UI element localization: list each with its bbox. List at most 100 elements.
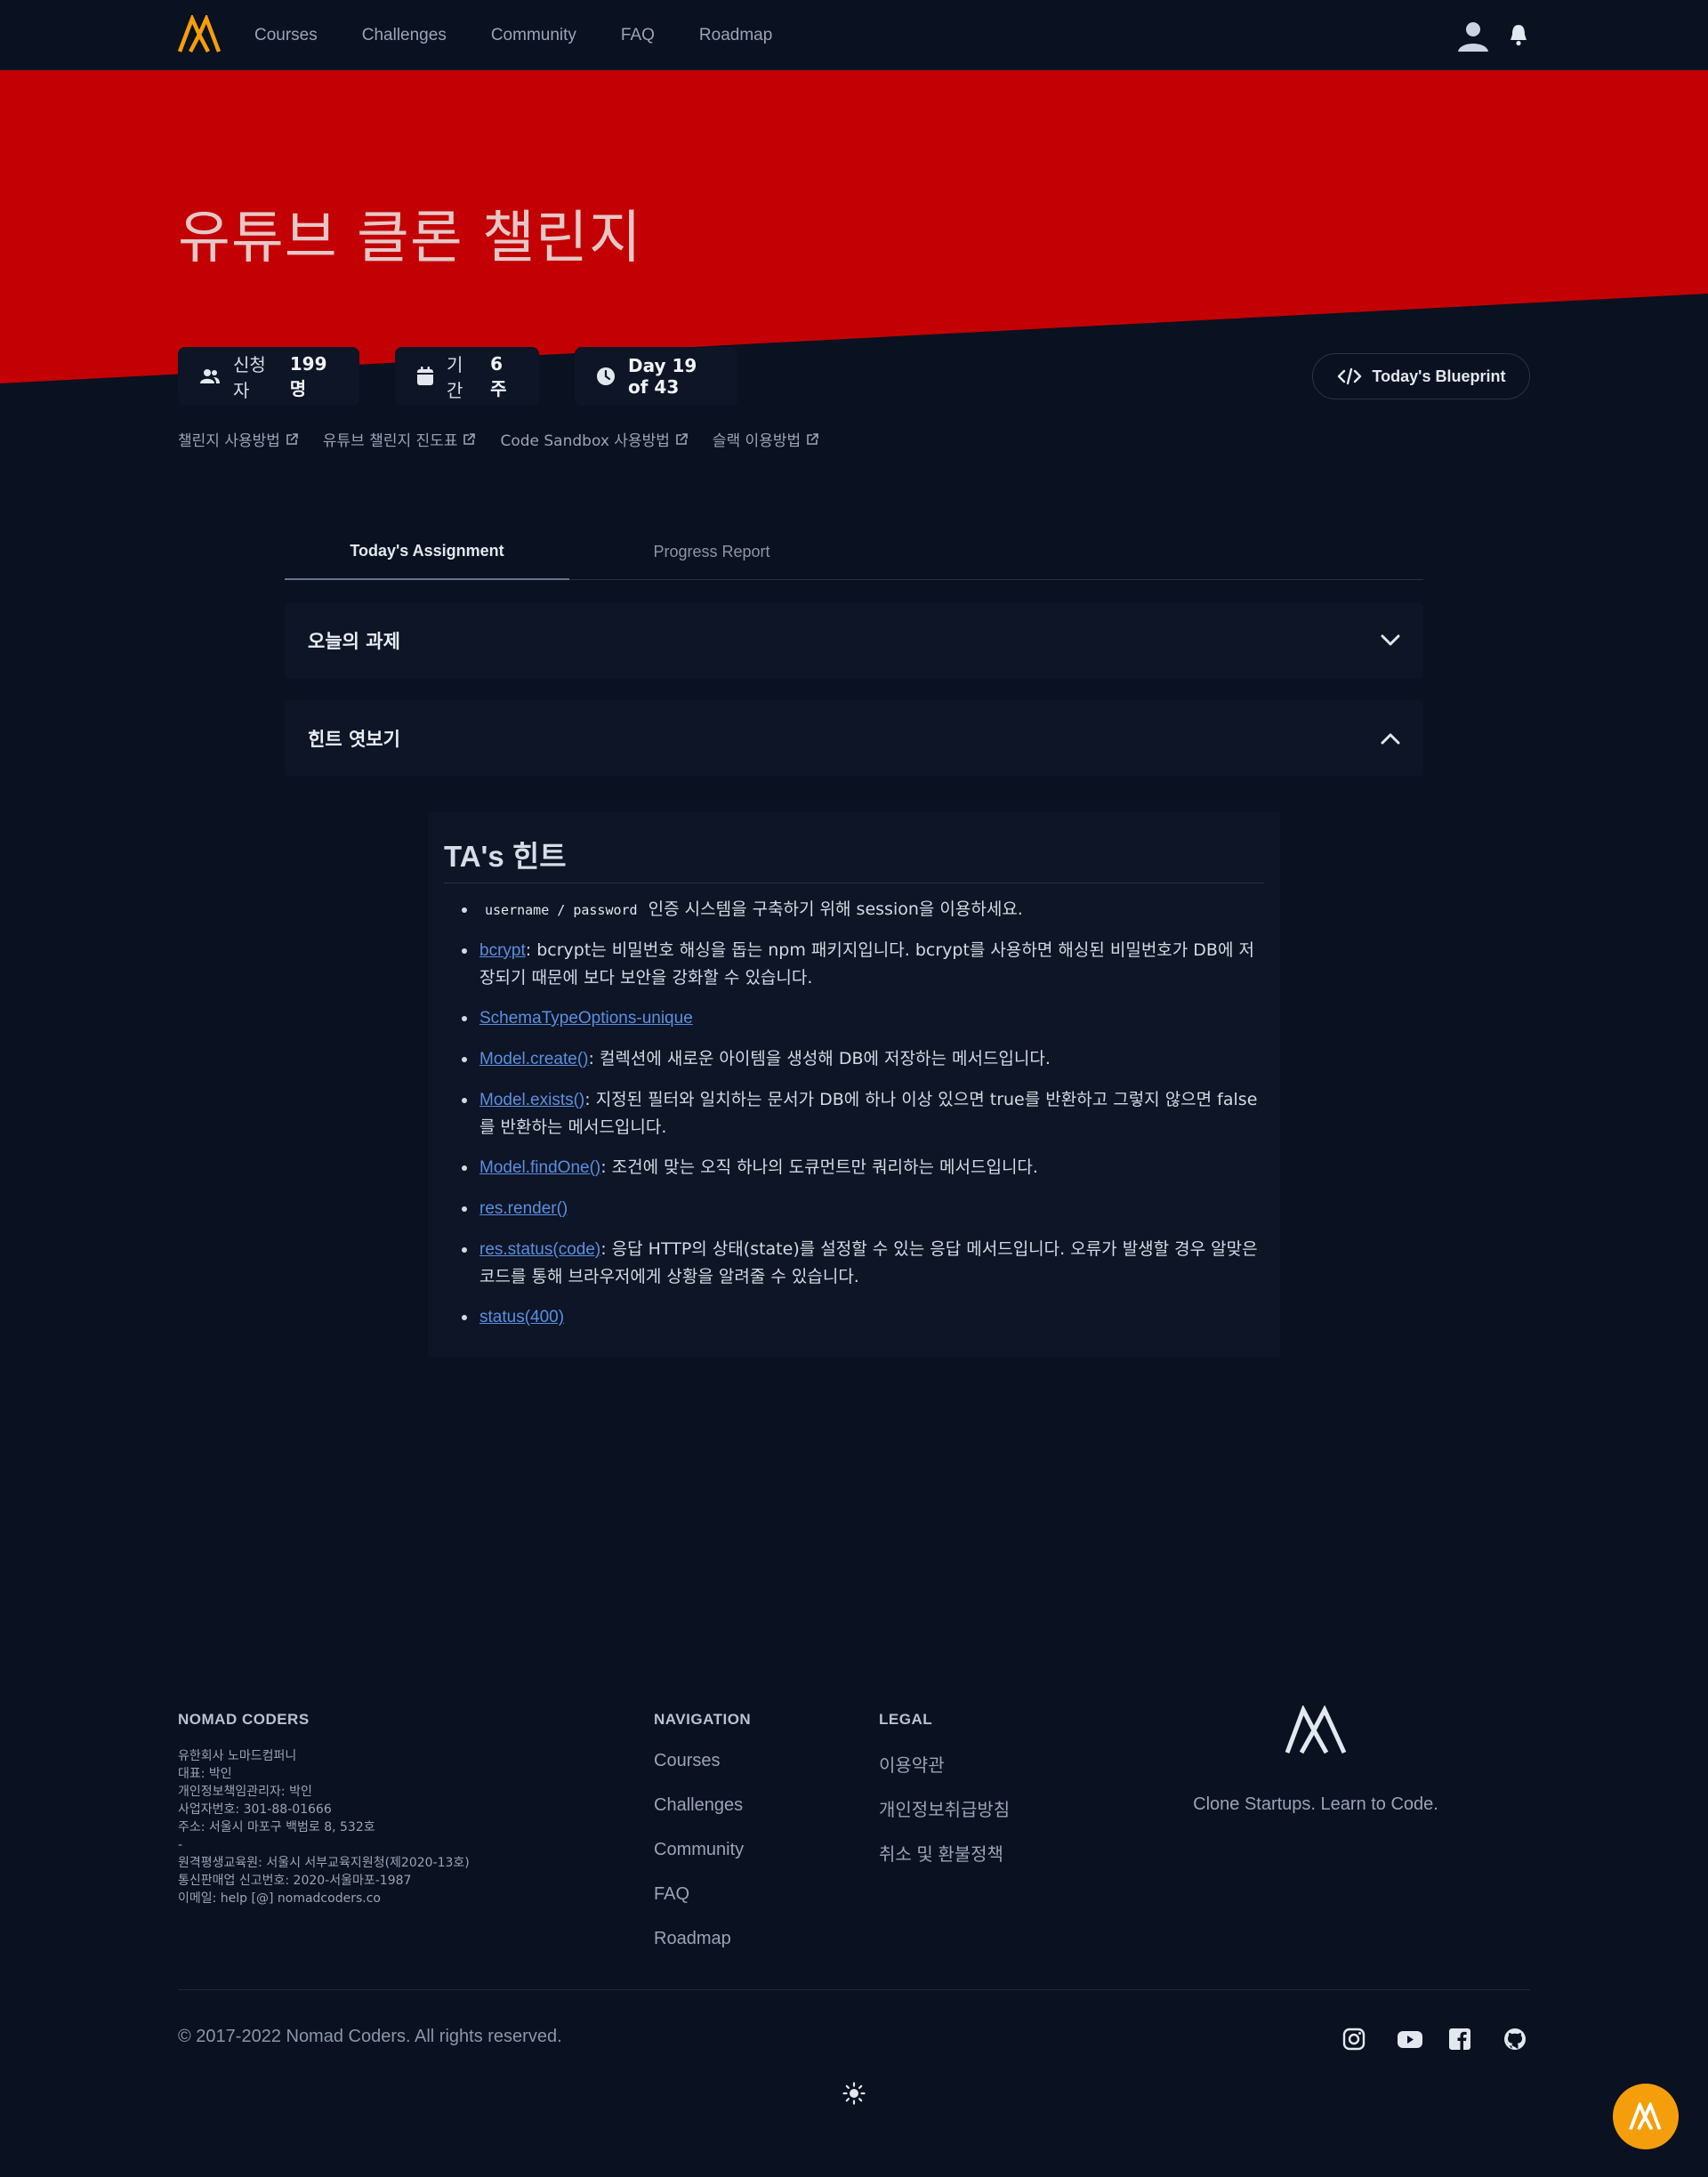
accordion-assignment[interactable]: 오늘의 과제 [285, 602, 1423, 679]
tab-progress-report[interactable]: Progress Report [569, 523, 854, 580]
company-line: 주소: 서울시 마포구 백범로 8, 532호 [178, 1820, 375, 1834]
chevron-up-icon [1381, 733, 1400, 745]
facebook-icon[interactable] [1448, 2028, 1471, 2051]
list-item: Model.exists(): 지정된 필터와 일치하는 문서가 DB에 하나 … [444, 1086, 1264, 1141]
link-how-to-use-label: 챌린지 사용방법 [178, 432, 280, 450]
hint-text: 인증 시스템을 구축하기 위해 session을 이용하세요. [642, 899, 1023, 919]
accordion-hints-title: 힌트 엿보기 [308, 729, 400, 750]
chat-launcher-button[interactable] [1613, 2084, 1679, 2149]
company-line: 대표: 박인 [178, 1767, 232, 1781]
company-line: 원격평생교육원: 서울시 서부교육지원청(제2020-13호) [178, 1856, 470, 1870]
hint-link-bcrypt[interactable]: bcrypt [479, 941, 526, 960]
logo-icon [1285, 1705, 1347, 1754]
footer-legal-privacy[interactable]: 개인정보취급방침 [879, 1795, 1010, 1840]
hint-text: : 조건에 맞는 오직 하나의 도큐먼트만 쿼리하는 메서드입니다. [600, 1157, 1038, 1177]
external-link-icon [807, 432, 818, 445]
duration-label: 기간 [447, 354, 463, 401]
accordion-hints[interactable]: 힌트 엿보기 [285, 700, 1423, 777]
footer-nav-courses[interactable]: Courses [654, 1751, 744, 1795]
nav-courses[interactable]: Courses [254, 26, 318, 45]
hint-title: TA's 힌트 [444, 833, 1264, 883]
tab-todays-assignment[interactable]: Today's Assignment [285, 523, 569, 580]
list-item: status(400) [444, 1303, 1264, 1331]
footer-legal-heading: LEGAL [879, 1711, 933, 1728]
footer-company-info: 유한회사 노마드컴퍼니 대표: 박인 개인정보책임관리자: 박인 사업자번호: … [178, 1747, 470, 1907]
top-nav: Courses Challenges Community FAQ Roadmap [0, 0, 1708, 70]
hint-text: : bcrypt는 비밀번호 해싱을 돕는 npm 패키지입니다. bcrypt… [479, 940, 1254, 988]
list-item: bcrypt: bcrypt는 비밀번호 해싱을 돕는 npm 패키지입니다. … [444, 937, 1264, 991]
clock-icon [597, 367, 615, 385]
inline-code: username / password [485, 902, 638, 918]
footer-nav-challenges[interactable]: Challenges [654, 1795, 744, 1840]
external-link-icon [463, 432, 476, 445]
instagram-icon[interactable] [1342, 2028, 1366, 2051]
footer-legal-terms[interactable]: 이용약관 [879, 1751, 1010, 1795]
users-icon [200, 369, 220, 383]
hint-link-model-findone[interactable]: Model.findOne() [479, 1158, 600, 1177]
hint-link-res-status[interactable]: res.status(code) [479, 1240, 600, 1259]
link-code-sandbox[interactable]: Code Sandbox 사용방법 [500, 428, 688, 450]
applicants-value: 199명 [289, 352, 327, 399]
logo-icon [1629, 2102, 1662, 2131]
link-code-sandbox-label: Code Sandbox 사용방법 [500, 432, 670, 450]
nav-challenges[interactable]: Challenges [362, 26, 447, 45]
link-progress-table[interactable]: 유튜브 챌린지 진도표 [323, 428, 476, 450]
footer-legal-refund[interactable]: 취소 및 환불정책 [879, 1840, 1010, 1884]
footer-legal: 이용약관 개인정보취급방침 취소 및 환불정책 [879, 1751, 1010, 1884]
applicants-chip: 신청자 199명 [178, 347, 359, 406]
logo-icon[interactable] [178, 15, 222, 53]
sun-icon[interactable] [842, 2082, 866, 2105]
footer-nav-faq[interactable]: FAQ [654, 1884, 744, 1929]
page-title: 유튜브 클론 챌린지 [178, 206, 642, 271]
hint-text: : 컬렉션에 새로운 아이템을 생성해 DB에 저장하는 메서드입니다. [588, 1049, 1051, 1068]
main-menu: Courses Challenges Community FAQ Roadmap [254, 0, 817, 70]
youtube-icon[interactable] [1397, 2028, 1423, 2051]
bell-icon[interactable] [1509, 22, 1528, 47]
company-line: 유한회사 노마드컴퍼니 [178, 1749, 297, 1763]
hint-link-schema-unique[interactable]: SchemaTypeOptions-unique [479, 1009, 693, 1028]
company-line: 이메일: help [@] nomadcoders.co [178, 1891, 381, 1906]
day-chip: Day 19 of 43 [575, 347, 738, 406]
todays-blueprint-button[interactable]: Today's Blueprint [1312, 353, 1530, 399]
external-link-icon [286, 432, 298, 445]
link-progress-table-label: 유튜브 챌린지 진도표 [322, 432, 458, 450]
duration-chip: 기간 6주 [395, 347, 539, 406]
list-item: Model.findOne(): 조건에 맞는 오직 하나의 도큐먼트만 쿼리하… [444, 1154, 1264, 1181]
hint-panel: TA's 힌트 username / password 인증 시스템을 구축하기… [428, 811, 1280, 1358]
nav-faq[interactable]: FAQ [621, 26, 655, 45]
github-icon[interactable] [1503, 2028, 1527, 2051]
blueprint-label: Today's Blueprint [1372, 367, 1506, 385]
company-line: - [178, 1838, 183, 1852]
company-line: 통신판매업 신고번호: 2020-서울마포-1987 [178, 1874, 412, 1888]
footer-navigation: Courses Challenges Community FAQ Roadmap [654, 1751, 744, 1973]
hint-link-status-400[interactable]: status(400) [479, 1308, 564, 1326]
nav-community[interactable]: Community [491, 26, 576, 45]
company-line: 사업자번호: 301-88-01666 [178, 1802, 332, 1817]
calendar-icon [417, 367, 433, 385]
day-progress: Day 19 of 43 [628, 355, 697, 398]
list-item: Model.create(): 컬렉션에 새로운 아이템을 생성해 DB에 저장… [444, 1045, 1264, 1073]
hint-link-res-render[interactable]: res.render() [479, 1199, 568, 1218]
footer-divider [178, 1989, 1530, 1990]
footer-nav-roadmap[interactable]: Roadmap [654, 1929, 744, 1973]
challenge-links: 챌린지 사용방법 유튜브 챌린지 진도표 Code Sandbox 사용방법 슬… [178, 428, 818, 450]
duration-value: 6주 [490, 352, 507, 399]
hint-list: username / password 인증 시스템을 구축하기 위해 sess… [444, 896, 1264, 1331]
list-item: username / password 인증 시스템을 구축하기 위해 sess… [444, 896, 1264, 923]
user-icon[interactable] [1457, 20, 1489, 53]
list-item: SchemaTypeOptions-unique [444, 1004, 1264, 1032]
list-item: res.status(code): 응답 HTTP의 상태(state)를 설정… [444, 1236, 1264, 1290]
applicants-label: 신청자 [233, 354, 266, 401]
hint-link-model-create[interactable]: Model.create() [479, 1050, 589, 1068]
footer-nav-community[interactable]: Community [654, 1840, 744, 1884]
hint-text: : 지정된 필터와 일치하는 문서가 DB에 하나 이상 있으면 true를 반… [479, 1090, 1258, 1137]
link-how-to-use[interactable]: 챌린지 사용방법 [178, 428, 298, 450]
accordion-assignment-title: 오늘의 과제 [308, 631, 400, 652]
footer-navigation-heading: NAVIGATION [654, 1711, 752, 1728]
hint-link-model-exists[interactable]: Model.exists() [479, 1091, 584, 1109]
link-slack-label: 슬랙 이용방법 [712, 432, 802, 450]
chevron-down-icon [1381, 634, 1400, 646]
link-slack[interactable]: 슬랙 이용방법 [713, 428, 818, 450]
footer-company-heading: NOMAD CODERS [178, 1711, 310, 1728]
nav-roadmap[interactable]: Roadmap [699, 26, 772, 45]
